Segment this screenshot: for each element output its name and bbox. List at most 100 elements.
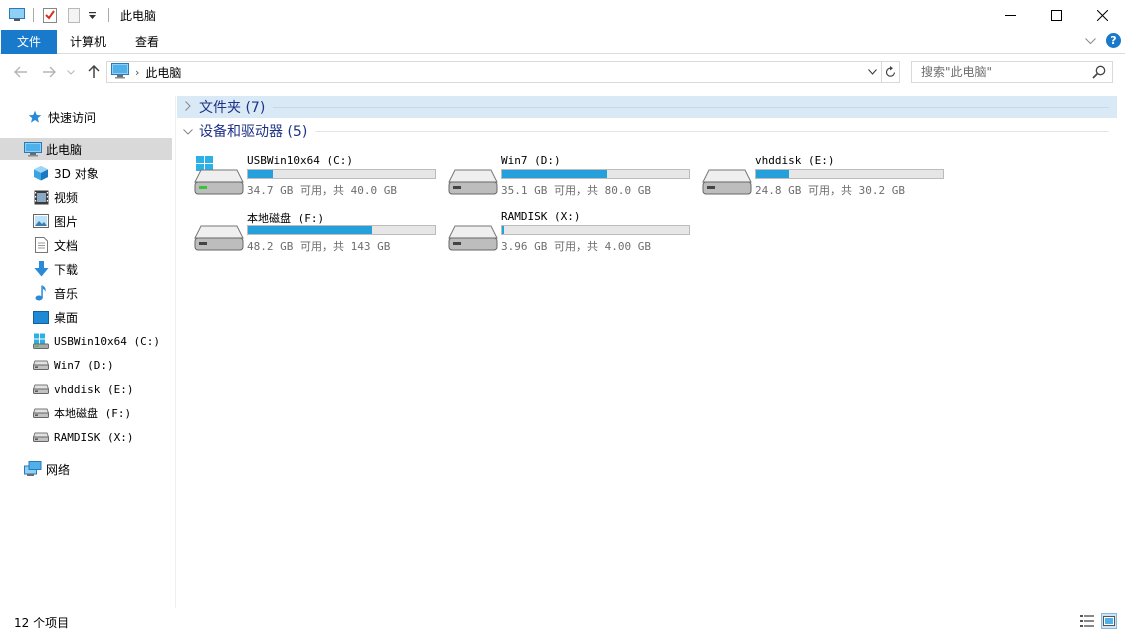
sidebar-item-pictures[interactable]: 图片 [0, 210, 172, 232]
close-icon [1096, 9, 1108, 21]
breadcrumb-separator[interactable]: › [135, 66, 139, 79]
drive-icon [701, 156, 753, 196]
sidebar-item-music[interactable]: 音乐 [0, 282, 172, 304]
drive-usage-fill [248, 170, 273, 178]
sidebar-item-drive-c[interactable]: USBWin10x64 (C:) [0, 330, 172, 352]
drive-usage-bar [247, 225, 436, 235]
drive-icon [32, 356, 50, 374]
content-pane: 文件夹 (7) 设备和驱动器 (5) USBWin10x64 (C:) 34.7 … [177, 96, 1125, 608]
network-icon [24, 460, 42, 478]
arrow-left-icon [14, 66, 27, 78]
details-view-icon [1080, 615, 1094, 627]
quick-access-toolbar [0, 0, 116, 30]
sidebar-item-drive-e[interactable]: vhddisk (E:) [0, 378, 172, 400]
customize-dropdown-icon[interactable] [83, 6, 101, 24]
drive-tile[interactable]: Win7 (D:) 35.1 GB 可用，共 80.0 GB [431, 150, 690, 200]
up-button[interactable] [84, 55, 104, 89]
drive-icon [32, 404, 50, 422]
drive-name: Win7 (D:) [501, 154, 561, 167]
tab-computer[interactable]: 计算机 [58, 30, 118, 54]
drive-tile[interactable]: 本地磁盘 (F:) 48.2 GB 可用，共 143 GB [177, 206, 436, 256]
chevron-down-icon [67, 69, 75, 75]
drive-icon [447, 156, 499, 196]
group-header-folders[interactable]: 文件夹 (7) [177, 96, 1117, 118]
address-bar[interactable]: › 此电脑 [106, 61, 882, 83]
sidebar-item-drive-d[interactable]: Win7 (D:) [0, 354, 172, 376]
window-controls [987, 0, 1125, 30]
drive-tile[interactable]: RAMDISK (X:) 3.96 GB 可用，共 4.00 GB [431, 206, 690, 256]
sidebar-item-network[interactable]: 网络 [0, 458, 172, 480]
navigation-bar: › 此电脑 [0, 55, 1125, 89]
breadcrumb-this-pc[interactable]: 此电脑 [145, 64, 181, 81]
drive-usage-fill [248, 226, 372, 234]
sidebar-item-drive-f[interactable]: 本地磁盘 (F:) [0, 402, 172, 424]
drive-usage-fill [502, 226, 504, 234]
drive-free-space: 34.7 GB 可用，共 40.0 GB [247, 184, 397, 197]
toolbar-divider [108, 8, 109, 22]
drive-tile[interactable]: vhddisk (E:) 24.8 GB 可用，共 30.2 GB [685, 150, 944, 200]
sidebar-item-desktop[interactable]: 桌面 [0, 306, 172, 328]
group-header-devices[interactable]: 设备和驱动器 (5) [177, 120, 1117, 142]
sidebar-item-quick-access[interactable]: 快速访问 [0, 106, 172, 128]
music-icon [32, 284, 50, 302]
drive-icon [32, 428, 50, 446]
drive-name: 本地磁盘 (F:) [247, 212, 325, 225]
expand-ribbon-button[interactable] [1085, 34, 1096, 48]
arrow-up-icon [88, 65, 100, 78]
refresh-button[interactable] [882, 61, 900, 83]
drive-usage-bar [501, 169, 690, 179]
sidebar-item-documents[interactable]: 文档 [0, 234, 172, 256]
toolbar-divider [33, 8, 34, 22]
search-box[interactable] [911, 61, 1113, 83]
details-view-button[interactable] [1079, 613, 1095, 629]
view-switcher [1079, 613, 1117, 629]
drive-free-space: 3.96 GB 可用，共 4.00 GB [501, 240, 651, 253]
picture-icon [32, 212, 50, 230]
maximize-icon [1050, 9, 1062, 21]
download-icon [32, 260, 50, 278]
drive-name: USBWin10x64 (C:) [247, 154, 353, 167]
properties-icon[interactable] [41, 6, 59, 24]
drive-name: vhddisk (E:) [755, 154, 835, 167]
close-button[interactable] [1079, 0, 1125, 30]
maximize-button[interactable] [1033, 0, 1079, 30]
computer-icon [111, 62, 129, 82]
chevron-down-icon [1085, 37, 1096, 44]
search-icon[interactable] [1092, 65, 1106, 82]
computer-icon[interactable] [8, 6, 26, 24]
drive-free-space: 35.1 GB 可用，共 80.0 GB [501, 184, 651, 197]
sidebar-item-videos[interactable]: 视频 [0, 186, 172, 208]
document-icon [32, 236, 50, 254]
star-icon [26, 108, 44, 126]
help-button[interactable]: ? [1106, 33, 1121, 48]
sidebar-item-3d-objects[interactable]: 3D 对象 [0, 162, 172, 184]
drive-icon [447, 212, 499, 252]
drive-tile[interactable]: USBWin10x64 (C:) 34.7 GB 可用，共 40.0 GB [177, 150, 436, 200]
minimize-button[interactable] [987, 0, 1033, 30]
sidebar-item-downloads[interactable]: 下载 [0, 258, 172, 280]
forward-button[interactable] [38, 55, 60, 89]
back-button[interactable] [10, 55, 32, 89]
tab-file[interactable]: 文件 [1, 30, 57, 54]
chevron-right-icon[interactable] [179, 100, 197, 114]
sidebar-item-drive-x[interactable]: RAMDISK (X:) [0, 426, 172, 448]
address-dropdown-button[interactable] [863, 62, 881, 82]
search-input[interactable] [912, 65, 1082, 79]
window-title: 此电脑 [120, 8, 157, 23]
drive-icon [32, 380, 50, 398]
desktop-icon [32, 308, 50, 326]
drive-usage-fill [756, 170, 790, 178]
chevron-down-icon[interactable] [179, 125, 197, 138]
drive-free-space: 48.2 GB 可用，共 143 GB [247, 240, 391, 253]
cube-icon [32, 164, 50, 182]
large-icons-view-button[interactable] [1101, 613, 1117, 629]
sidebar-item-this-pc[interactable]: 此电脑 [0, 138, 172, 160]
tab-view[interactable]: 查看 [122, 30, 172, 54]
drive-usage-bar [247, 169, 436, 179]
large-icons-view-icon [1103, 616, 1115, 626]
title-bar: 此电脑 [0, 0, 1125, 30]
recent-locations-button[interactable] [64, 55, 78, 89]
arrow-right-icon [43, 66, 56, 78]
new-folder-icon[interactable] [65, 6, 83, 24]
group-title: 设备和驱动器 (5) [199, 124, 308, 140]
